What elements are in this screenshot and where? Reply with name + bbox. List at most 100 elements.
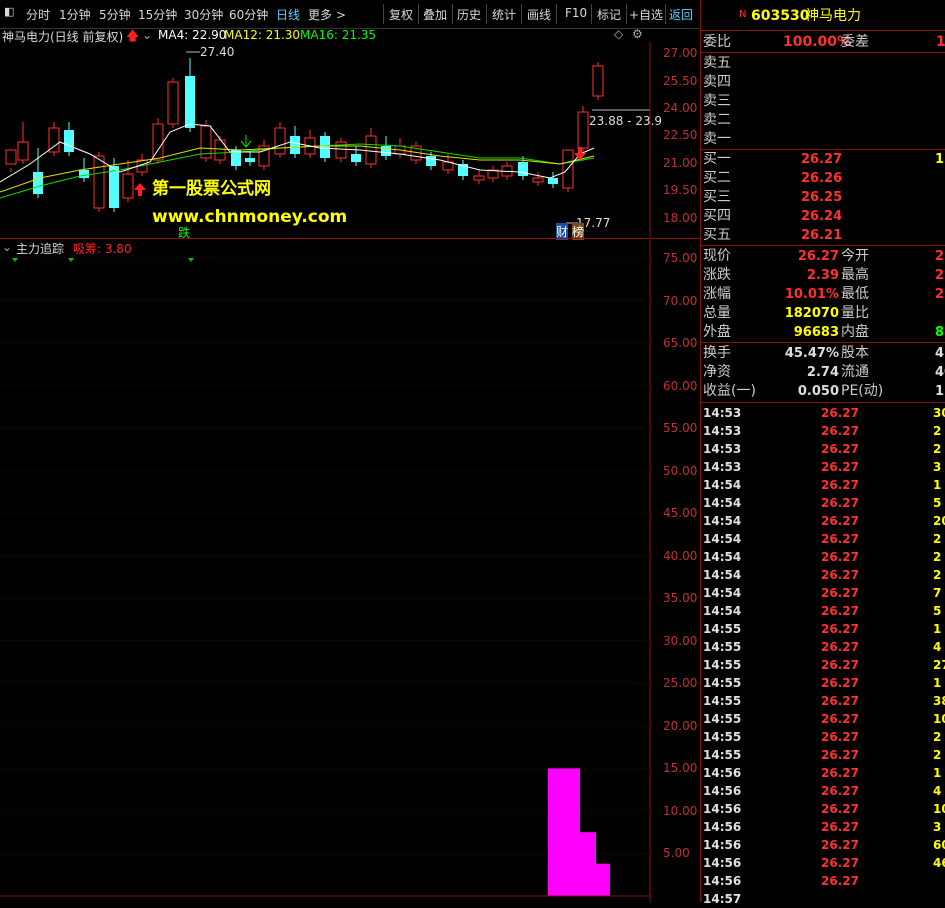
ask-row: 卖一 [701, 130, 945, 149]
candle-body [290, 136, 300, 154]
ask-row: 卖四 [701, 73, 945, 92]
period-tab-5min[interactable]: 5分钟 [99, 6, 131, 23]
tick-time: 14:54 [703, 532, 742, 546]
stat-value: 40 [935, 365, 945, 380]
toolbar-divider [626, 4, 627, 24]
stat-label: 现价 [703, 248, 731, 264]
tick-price: 26.27 [821, 748, 859, 762]
candle-body [64, 130, 74, 152]
stat-label: 量比 [841, 305, 869, 321]
indicator-tick: 65.00 [663, 336, 698, 351]
tick-price: 26.27 [821, 496, 859, 510]
period-tab-15min[interactable]: 15分钟 [138, 6, 177, 23]
tick-price: 26.27 [821, 514, 859, 528]
tick-volume: 3 [933, 460, 942, 474]
bid-row: 买二 26.26 [701, 169, 945, 188]
tick-row: 14:54 26.27 5 [701, 602, 945, 620]
tick-volume: 2 [933, 568, 942, 582]
candle-body [33, 172, 43, 194]
price-tick: 19.50 [663, 183, 698, 197]
candle-body [426, 156, 436, 166]
panel-toggle-icon[interactable]: ◧ [4, 5, 14, 18]
overlay-button[interactable]: 叠加 [423, 6, 447, 23]
back-button[interactable]: 返回 [669, 6, 693, 23]
accumulation-bar [548, 768, 580, 896]
history-button[interactable]: 历史 [457, 6, 481, 23]
candle-body [473, 175, 485, 181]
period-tab-30min[interactable]: 30分钟 [184, 6, 223, 23]
bid-price: 26.27 [801, 152, 843, 167]
fuquan-button[interactable]: 复权 [389, 6, 413, 23]
tick-row: 14:56 26.27 10 [701, 800, 945, 818]
period-tab-fenshi[interactable]: 分时 [26, 6, 50, 23]
bid-price: 26.25 [801, 190, 843, 205]
bid-price: 26.24 [801, 209, 843, 224]
range-label: 23.88 - 23.9 [589, 114, 663, 128]
tick-price: 26.27 [821, 622, 859, 636]
ask-row: 卖三 [701, 92, 945, 111]
candle-body [518, 162, 528, 176]
stat-value: 2.39 [806, 268, 839, 283]
draw-line-button[interactable]: 画线 [527, 6, 551, 23]
stock-name: 神马电力 [805, 8, 861, 24]
tick-row: 14:56 26.27 4 [701, 782, 945, 800]
tick-price: 26.27 [821, 730, 859, 744]
bid-label: 买一 [703, 151, 731, 167]
tick-price: 26.27 [821, 856, 859, 870]
tick-row: 14:53 26.27 3 [701, 458, 945, 476]
tick-price: 26.27 [821, 874, 859, 888]
stat-row: 换手 45.47%股本 4. [701, 344, 945, 363]
indicator-tick: 75.00 [663, 251, 698, 265]
tick-row: 14:54 26.27 7 [701, 584, 945, 602]
tick-row: 14:55 26.27 38 [701, 692, 945, 710]
indicator-chart [0, 240, 651, 902]
tick-time: 14:53 [703, 406, 742, 420]
tick-volume: 4 [933, 640, 942, 654]
add-favorite-button[interactable]: +自选 [629, 6, 663, 23]
period-tab-60min[interactable]: 60分钟 [229, 6, 268, 23]
tick-time: 14:54 [703, 604, 742, 618]
tick-volume: 27 [933, 658, 945, 672]
period-tab-1min[interactable]: 1分钟 [59, 6, 91, 23]
tick-price: 26.27 [821, 784, 859, 798]
period-tab-daily[interactable]: 日线 [276, 6, 300, 23]
tick-row: 14:54 26.27 2 [701, 530, 945, 548]
period-tab-more[interactable]: 更多 > [308, 6, 346, 23]
stat-value: 2 [935, 249, 945, 264]
stat-label: 涨幅 [703, 286, 731, 302]
tick-time: 14:56 [703, 856, 742, 870]
stats-button[interactable]: 统计 [492, 6, 516, 23]
tick-time: 14:55 [703, 622, 742, 636]
ma12-label: MA12: 21.30 [224, 28, 301, 42]
bid-label: 买五 [703, 227, 731, 243]
stat-value: 1 [935, 384, 945, 399]
indicator-tick: 15.00 [663, 761, 698, 776]
tick-volume: 2 [933, 748, 942, 762]
ma16-label: MA16: 21.35 [300, 28, 377, 42]
stat-row: 收益(一) 0.050 PE(动) 1 [701, 382, 945, 401]
tick-volume: 30 [933, 406, 945, 420]
tick-price: 26.27 [821, 640, 859, 654]
f10-button[interactable]: F10 [565, 6, 587, 20]
chevron-down-icon[interactable]: ⌄ [142, 28, 152, 42]
bid-volume: 1 [935, 152, 945, 167]
bid-row: 买五 26.21 [701, 226, 945, 245]
candle-body [274, 127, 286, 155]
bid-price: 26.26 [801, 171, 843, 186]
tick-volume: 38 [933, 694, 945, 708]
settings-icon[interactable]: ⚙ [632, 27, 643, 41]
tick-time: 14:54 [703, 496, 742, 510]
toolbar-divider [486, 4, 487, 24]
diamond-icon[interactable]: ◇ [614, 27, 623, 41]
stat-value: 10.01% [784, 287, 839, 302]
green-dot-icon [68, 258, 74, 262]
ask-row: 卖五 [701, 54, 945, 73]
tick-time: 14:55 [703, 748, 742, 762]
stat-label: PE(动) [841, 383, 884, 399]
indicator-tick: 60.00 [663, 378, 698, 393]
quote-panel: N 603530 神马电力 委比 100.00% 委差 1 卖五 卖四 卖三 卖二 卖一… [700, 0, 945, 906]
stat-row: 涨跌 2.39 最高 2 [701, 266, 945, 285]
stat-row: 净资 2.74流通 40 [701, 363, 945, 382]
watermark-title: 第一股票公式网 [152, 179, 271, 199]
mark-button[interactable]: 标记 [597, 6, 621, 23]
